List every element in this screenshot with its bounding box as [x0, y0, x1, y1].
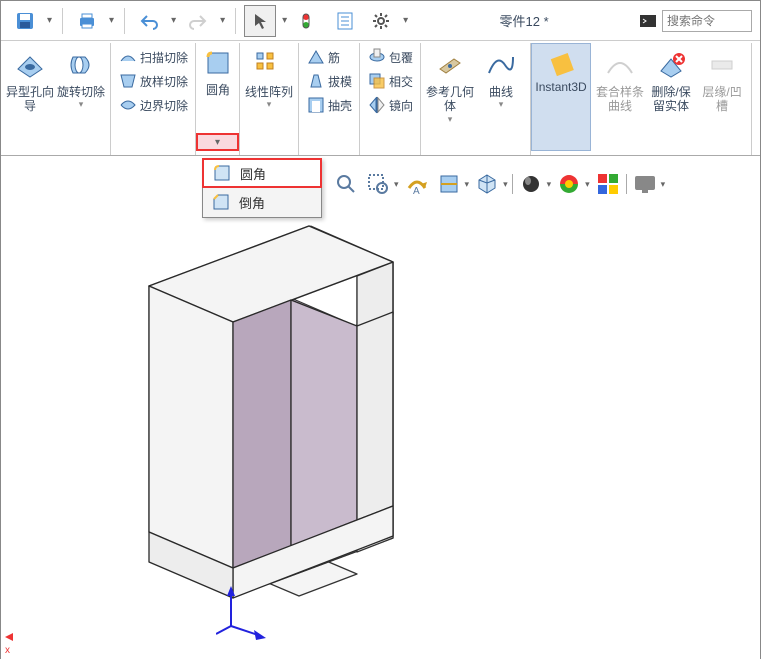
delete-body-button[interactable]: 删除/保留实体 — [646, 45, 696, 135]
boundary-cut-button[interactable]: 边界切除 — [115, 93, 191, 117]
print-button[interactable] — [71, 5, 103, 37]
chamfer-menu-item[interactable]: 倒角 — [203, 187, 321, 217]
settings-button[interactable] — [365, 5, 397, 37]
render-button[interactable] — [631, 170, 659, 198]
search-input[interactable] — [662, 10, 752, 32]
svg-text:A: A — [413, 186, 420, 196]
fillet-dropdown-arrow[interactable]: ▾ — [196, 133, 239, 151]
display-dropdown[interactable]: ▾ — [547, 179, 552, 190]
redo-button[interactable] — [182, 5, 214, 37]
dynamic-view-button[interactable]: A — [403, 170, 431, 198]
linear-pattern-button[interactable]: 线性阵列 ▾ — [244, 45, 294, 135]
model-overlay — [91, 206, 431, 606]
options-doc-button[interactable] — [329, 5, 361, 37]
select-button[interactable] — [244, 5, 276, 37]
fillet-dropdown-menu: 圆角 倒角 — [202, 158, 322, 218]
rev-cut-button[interactable]: 旋转切除 ▾ — [56, 45, 106, 135]
fillet-menu-label: 圆角 — [240, 164, 266, 183]
mirror-button[interactable]: 镜向 — [364, 93, 416, 117]
chamfer-menu-label: 倒角 — [239, 193, 265, 212]
shell-button[interactable]: 抽壳 — [303, 93, 355, 117]
fit-spline-button: 套合样条曲线 — [595, 45, 645, 135]
loft-cut-button[interactable]: 放样切除 — [115, 69, 191, 93]
section-dropdown[interactable]: ▾ — [465, 179, 470, 190]
document-title: 零件12 * — [414, 11, 634, 30]
display-style-button[interactable] — [517, 170, 545, 198]
save-button[interactable] — [9, 5, 41, 37]
curve-button[interactable]: 曲线 ▾ — [476, 45, 526, 135]
edge-flange-button: 层缘/凹槽 — [697, 45, 747, 135]
graphics-viewport[interactable]: x — [1, 156, 760, 660]
scene-dropdown[interactable]: ▾ — [585, 179, 590, 190]
view-toolbar: ▾ A ▾ ▾ ▾ ▾ ▾ — [332, 170, 665, 198]
fillet-button[interactable]: 圆角 — [196, 43, 240, 133]
instant3d-button[interactable]: Instant3D — [531, 43, 591, 151]
rebuild-button[interactable] — [293, 5, 325, 37]
section-button[interactable] — [435, 170, 463, 198]
hole-wizard-button[interactable]: 异型孔向导 — [5, 45, 55, 135]
undo-button[interactable] — [133, 5, 165, 37]
save-dropdown[interactable]: ▾ — [45, 15, 54, 26]
rib-button[interactable]: 筋 — [303, 45, 355, 69]
zoom-area-button[interactable] — [364, 170, 392, 198]
sweep-cut-button[interactable]: 扫描切除 — [115, 45, 191, 69]
zoom-dropdown[interactable]: ▾ — [394, 179, 399, 190]
wrap-button[interactable]: 包覆 — [364, 45, 416, 69]
zoom-fit-button[interactable] — [332, 170, 360, 198]
scene-button[interactable] — [555, 170, 583, 198]
draft-button[interactable]: 拔模 — [303, 69, 355, 93]
search-area — [638, 10, 752, 32]
orient-dropdown[interactable]: ▾ — [503, 179, 508, 190]
settings-dropdown[interactable]: ▾ — [401, 15, 410, 26]
origin-triad — [216, 586, 266, 646]
print-dropdown[interactable]: ▾ — [107, 15, 116, 26]
view-orient-button[interactable] — [473, 170, 501, 198]
fillet-menu-item[interactable]: 圆角 — [202, 158, 322, 188]
command-icon — [638, 11, 658, 31]
select-dropdown[interactable]: ▾ — [280, 15, 289, 26]
appearance-button[interactable] — [594, 170, 622, 198]
undo-dropdown[interactable]: ▾ — [169, 15, 178, 26]
redo-dropdown[interactable]: ▾ — [218, 15, 227, 26]
view-axis-x: x — [5, 629, 25, 656]
ref-geometry-button[interactable]: 参考几何体 ▾ — [425, 45, 475, 135]
render-dropdown[interactable]: ▾ — [661, 179, 666, 190]
intersect-button[interactable]: 相交 — [364, 69, 416, 93]
